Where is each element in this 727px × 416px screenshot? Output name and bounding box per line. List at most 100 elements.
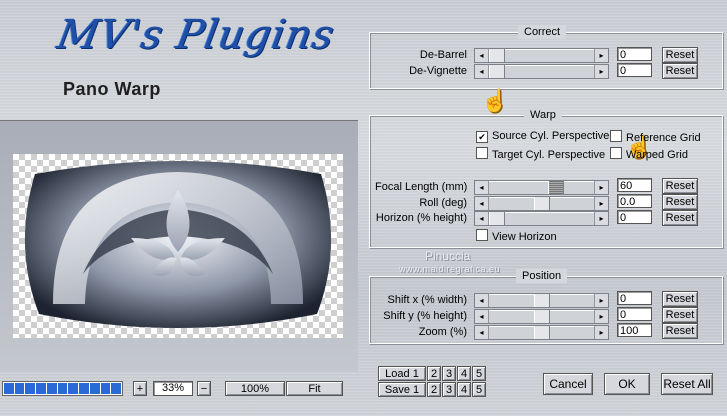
slider-thumb[interactable] (534, 326, 550, 339)
arrow-left-icon[interactable]: ◂ (475, 294, 489, 307)
position-group-title: Position (516, 269, 568, 283)
arrow-left-icon[interactable]: ◂ (475, 181, 489, 194)
de-barrel-slider[interactable]: ◂ ▸ (474, 48, 609, 63)
shift-x-slider[interactable]: ◂ ▸ (474, 293, 609, 308)
arrow-right-icon[interactable]: ▸ (594, 212, 608, 225)
arrow-left-icon[interactable]: ◂ (475, 212, 489, 225)
ok-button[interactable]: OK (604, 373, 650, 395)
load-slot-2[interactable]: 2 (427, 366, 441, 381)
zoom-in-button[interactable]: + (133, 381, 147, 396)
source-cyl-label: Source Cyl. Perspective (492, 130, 610, 142)
zoom-level-field[interactable]: 33% (153, 381, 193, 396)
load-slot-5[interactable]: 5 (472, 366, 486, 381)
progress-segment (14, 383, 25, 394)
load-slot-4[interactable]: 4 (457, 366, 471, 381)
watermark-name: Pinuccia (425, 249, 471, 263)
arrow-left-icon[interactable]: ◂ (475, 65, 489, 78)
zoom-field[interactable]: 100 (617, 323, 652, 337)
de-barrel-field[interactable]: 0 (617, 47, 652, 61)
save-slot-4[interactable]: 4 (457, 382, 471, 397)
shift-x-field[interactable]: 0 (617, 291, 652, 305)
horizon-reset-button[interactable]: Reset (662, 210, 698, 226)
arrow-right-icon[interactable]: ▸ (594, 181, 608, 194)
horizon-slider[interactable]: ◂ ▸ (474, 211, 609, 226)
arrow-right-icon[interactable]: ▸ (594, 65, 608, 78)
progress-segment (100, 383, 111, 394)
source-cyl-checkbox[interactable]: ✔ Source Cyl. Perspective (476, 130, 609, 143)
slider-thumb[interactable] (548, 181, 564, 194)
checkbox-box[interactable]: ✔ (476, 131, 488, 143)
arrow-right-icon[interactable]: ▸ (594, 326, 608, 339)
preview-canvas[interactable] (13, 154, 343, 338)
slider-thumb[interactable] (534, 310, 550, 323)
watermark-site: www.maidiregrafica.eu (399, 264, 501, 274)
arrow-right-icon[interactable]: ▸ (594, 310, 608, 323)
pointing-hand-icon: ☝ (481, 88, 509, 113)
zoom-fit-button[interactable]: Fit (286, 381, 343, 396)
arrow-right-icon[interactable]: ▸ (594, 197, 608, 210)
horizon-label: Horizon (% height) (375, 212, 467, 224)
de-vignette-field[interactable]: 0 (617, 63, 652, 77)
shift-y-label: Shift y (% height) (383, 310, 467, 322)
reference-grid-checkbox[interactable]: Reference Grid (610, 130, 701, 144)
shift-x-reset-button[interactable]: Reset (662, 291, 698, 307)
view-horizon-checkbox[interactable]: View Horizon (476, 229, 557, 243)
checkbox-box[interactable] (476, 147, 488, 159)
save-slot-3[interactable]: 3 (442, 382, 456, 397)
arrow-left-icon[interactable]: ◂ (475, 310, 489, 323)
preview-panel (0, 120, 358, 372)
horizon-field[interactable]: 0 (617, 210, 652, 224)
load-slot-3[interactable]: 3 (442, 366, 456, 381)
progress-segment (36, 383, 46, 394)
roll-slider[interactable]: ◂ ▸ (474, 196, 609, 211)
progress-segment (79, 383, 89, 394)
de-vignette-label: De-Vignette (409, 65, 467, 77)
reference-grid-label: Reference Grid (626, 132, 701, 144)
arrow-left-icon[interactable]: ◂ (475, 197, 489, 210)
focal-length-reset-button[interactable]: Reset (662, 178, 698, 194)
arrow-left-icon[interactable]: ◂ (475, 49, 489, 62)
roll-field[interactable]: 0.0 (617, 194, 652, 208)
checkbox-box[interactable] (476, 229, 488, 241)
warped-grid-label: Warped Grid (626, 149, 688, 161)
progress-bar (2, 381, 123, 396)
warp-group-title: Warp (524, 108, 562, 122)
zoom-100-button[interactable]: 100% (225, 381, 285, 396)
focal-length-slider[interactable]: ◂ ▸ (474, 180, 609, 195)
checkbox-box[interactable] (610, 130, 622, 142)
focal-length-label: Focal Length (mm) (375, 181, 468, 193)
arrow-right-icon[interactable]: ▸ (594, 49, 608, 62)
zoom-reset-button[interactable]: Reset (662, 323, 698, 339)
save-slot-5[interactable]: 5 (472, 382, 486, 397)
reset-all-button[interactable]: Reset All (661, 373, 713, 395)
zoom-out-button[interactable]: − (197, 381, 211, 396)
shift-y-slider[interactable]: ◂ ▸ (474, 309, 609, 324)
roll-reset-button[interactable]: Reset (662, 194, 698, 210)
de-barrel-reset-button[interactable]: Reset (662, 47, 698, 63)
shift-y-reset-button[interactable]: Reset (662, 307, 698, 323)
slider-thumb[interactable] (534, 197, 550, 210)
slider-thumb[interactable] (489, 49, 505, 62)
load-preset-button[interactable]: Load 1 (378, 366, 426, 381)
slider-thumb[interactable] (489, 212, 505, 225)
checkbox-box[interactable] (610, 147, 622, 159)
arrow-left-icon[interactable]: ◂ (475, 326, 489, 339)
target-cyl-checkbox[interactable]: Target Cyl. Perspective (476, 147, 605, 161)
warped-grid-checkbox[interactable]: Warped Grid (610, 147, 688, 161)
save-slot-2[interactable]: 2 (427, 382, 441, 397)
shift-y-field[interactable]: 0 (617, 307, 652, 321)
de-barrel-label: De-Barrel (419, 49, 467, 61)
arrow-right-icon[interactable]: ▸ (594, 294, 608, 307)
zoom-slider[interactable]: ◂ ▸ (474, 325, 609, 340)
view-horizon-label: View Horizon (492, 231, 557, 243)
de-vignette-slider[interactable]: ◂ ▸ (474, 64, 609, 79)
filter-title: Pano Warp (63, 79, 161, 99)
de-vignette-reset-button[interactable]: Reset (662, 63, 698, 79)
slider-thumb[interactable] (489, 65, 505, 78)
slider-thumb[interactable] (534, 294, 550, 307)
shift-x-label: Shift x (% width) (387, 294, 467, 306)
progress-segment (89, 383, 100, 394)
focal-length-field[interactable]: 60 (617, 178, 652, 192)
save-preset-button[interactable]: Save 1 (378, 382, 426, 397)
cancel-button[interactable]: Cancel (543, 373, 593, 395)
